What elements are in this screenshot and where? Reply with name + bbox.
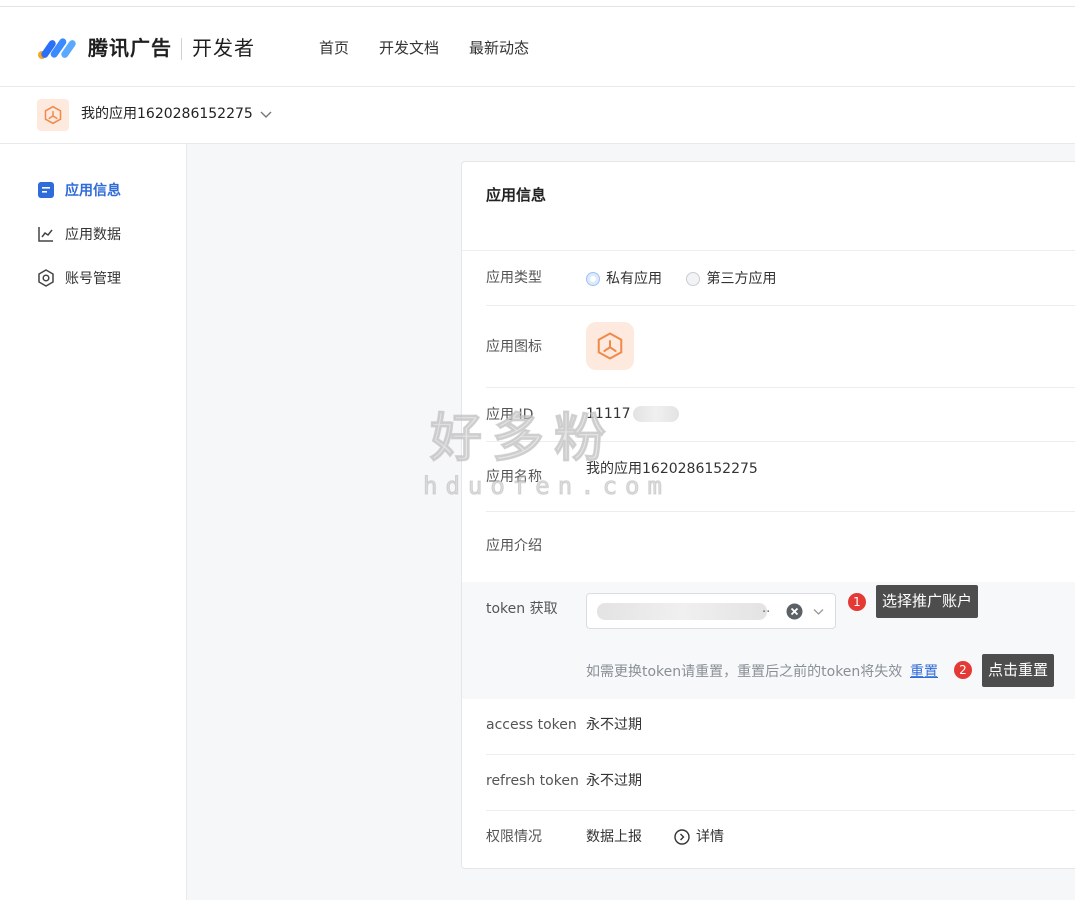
divider — [486, 387, 1075, 388]
nav-news[interactable]: 最新动态 — [469, 37, 529, 59]
sidebar-item-label: 应用数据 — [65, 227, 121, 243]
divider — [486, 754, 1075, 755]
annotation-badge-2: 2 — [954, 661, 972, 679]
token-label: token 获取 — [486, 601, 558, 617]
line-chart-icon — [38, 227, 53, 242]
app-icon-label: 应用图标 — [486, 339, 542, 355]
access-token-label: access token — [486, 717, 577, 733]
tencent-ads-logo-icon[interactable] — [37, 35, 81, 61]
watermark-logo-text: 好多粉 — [429, 409, 617, 470]
chevron-down-icon[interactable] — [812, 605, 825, 618]
radio-dot — [586, 272, 600, 286]
radio-private-app[interactable]: 私有应用 — [586, 269, 662, 289]
hexagon-settings-icon — [38, 269, 54, 287]
top-header: 腾讯广告 开发者 首页 开发文档 最新动态 — [0, 7, 1075, 87]
clear-icon[interactable] — [786, 603, 803, 620]
sidebar-item-app-info[interactable]: 应用信息 — [37, 178, 121, 202]
app-selector-name[interactable]: 我的应用1620286152275 — [81, 104, 253, 124]
arrow-circle-right-icon — [674, 829, 690, 845]
select-ellipsis: .. — [762, 601, 771, 616]
top-nav: 首页 开发文档 最新动态 — [319, 37, 529, 59]
app-icon-preview — [586, 322, 634, 370]
reset-token-link[interactable]: 重置 — [910, 662, 938, 682]
token-reset-hint: 如需更换token请重置，重置后之前的token将失效 — [586, 664, 903, 680]
brand-divider — [181, 38, 182, 60]
redacted-blur — [597, 603, 767, 620]
sidebar-item-app-data[interactable]: 应用数据 — [37, 222, 121, 246]
nav-docs[interactable]: 开发文档 — [379, 37, 439, 59]
permission-label: 权限情况 — [486, 829, 542, 845]
redacted-blur — [632, 406, 679, 422]
permission-detail-link[interactable]: 详情 — [674, 827, 724, 847]
sidebar-item-account[interactable]: 账号管理 — [37, 266, 121, 290]
radio-label: 私有应用 — [606, 271, 662, 287]
radio-third-party-app[interactable]: 第三方应用 — [686, 269, 776, 289]
app-type-label: 应用类型 — [486, 270, 542, 286]
detail-label: 详情 — [696, 829, 724, 845]
app-avatar[interactable] — [37, 99, 69, 131]
radio-dot — [686, 272, 701, 286]
nav-home[interactable]: 首页 — [319, 37, 349, 59]
app-cube-icon — [597, 332, 623, 360]
chevron-down-icon[interactable] — [259, 107, 273, 121]
access-token-value: 永不过期 — [586, 717, 642, 733]
divider — [486, 810, 1075, 811]
divider — [486, 305, 1075, 306]
refresh-token-label: refresh token — [486, 773, 579, 789]
app-info-card: 应用信息 应用类型 私有应用 第三方应用 应用图标 应用 ID 11117 应用… — [461, 161, 1075, 869]
refresh-token-value: 永不过期 — [586, 773, 642, 789]
radio-label: 第三方应用 — [706, 271, 777, 287]
brand-name: 腾讯广告 — [88, 36, 172, 60]
divider — [462, 250, 1075, 251]
app-type-radio-group: 私有应用 第三方应用 — [586, 269, 796, 292]
document-icon — [38, 182, 54, 198]
app-cube-icon — [44, 105, 62, 125]
permission-value: 数据上报 — [586, 829, 642, 845]
annotation-tip-select-account: 选择推广账户 — [876, 585, 979, 618]
sidebar-item-label: 账号管理 — [65, 271, 121, 287]
app-selector-bar: 我的应用1620286152275 — [0, 87, 1075, 144]
card-title: 应用信息 — [486, 186, 547, 204]
top-edge — [0, 0, 1075, 7]
annotation-badge-1: 1 — [848, 593, 866, 611]
watermark-domain-text: hduofen.com — [423, 472, 670, 501]
app-intro-label: 应用介绍 — [486, 538, 542, 554]
ad-account-select[interactable]: .. — [586, 593, 836, 629]
annotation-tip-click-reset: 点击重置 — [982, 654, 1055, 687]
sidebar-item-label: 应用信息 — [65, 183, 121, 199]
brand-subtitle: 开发者 — [192, 36, 255, 60]
sidebar: 应用信息 应用数据 账号管理 — [0, 144, 187, 900]
divider — [486, 511, 1075, 512]
